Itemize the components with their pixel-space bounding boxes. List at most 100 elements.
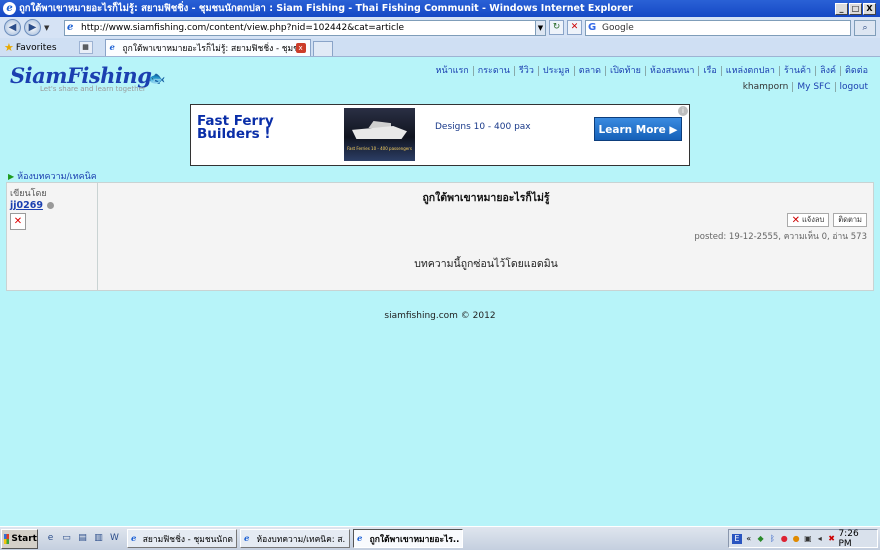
nav-fishing-spots[interactable]: แหล่งตกปลา: [720, 66, 779, 76]
address-bar[interactable]: e http://www.siamfishing.com/content/vie…: [64, 19, 546, 36]
update-icon[interactable]: ●: [791, 534, 801, 544]
window-title: ถูกใต้พาเขาหมายอะไรก็ไม่รู้: สยามฟิชชิ่ง…: [19, 3, 633, 14]
quick-tabs-icon[interactable]: ▦: [78, 41, 93, 54]
forward-button[interactable]: ▶: [24, 19, 41, 36]
language-icon[interactable]: E: [732, 533, 742, 544]
refresh-button[interactable]: ↻: [549, 20, 564, 35]
hidden-by-admin-message: บทความนี้ถูกซ่อนไว้โดยแอดมิน: [414, 258, 558, 270]
taskbar-item-1[interactable]: e สยามฟิชชิ่ง - ชุมชนนักตก...: [127, 529, 237, 548]
address-toolbar: ◀ ▶ ▼ e http://www.siamfishing.com/conte…: [0, 17, 880, 38]
report-x-icon: ✕: [791, 214, 800, 226]
start-button[interactable]: Start: [1, 528, 38, 549]
report-delete-button[interactable]: ✕ แจ้งลบ: [786, 213, 830, 227]
window-controls: _ □ X: [835, 2, 876, 15]
written-by-label: เขียนโดย: [10, 189, 47, 199]
volume-icon[interactable]: ◂: [815, 534, 825, 544]
taskbar-item-label: ห้องบทความ/เทคนิค: ส...: [256, 534, 346, 545]
taskbar-item-2[interactable]: e ห้องบทความ/เทคนิค: ส...: [240, 529, 350, 548]
ad-tagline: Designs 10 - 400 pax: [435, 122, 531, 132]
nav-boat[interactable]: เรือ: [698, 66, 720, 76]
breadcrumb-arrow-icon: ▶: [8, 172, 15, 181]
username: khamporn: [742, 82, 789, 92]
taskbar-item-3[interactable]: e ถูกใต้พาเขาหมายอะไร...: [353, 529, 463, 548]
word-icon[interactable]: W: [108, 532, 121, 545]
taskbar-ie-icon: e: [244, 533, 250, 544]
boat-caption: Fast Ferries 10 - 400 passengers: [347, 146, 412, 151]
close-button[interactable]: X: [863, 2, 876, 15]
footer-copyright: siamfishing.com © 2012: [384, 311, 496, 321]
minimize-button[interactable]: _: [835, 2, 848, 15]
my-sfc-link[interactable]: My SFC: [792, 82, 834, 92]
learn-more-button[interactable]: Learn More ▶: [594, 117, 682, 141]
address-input[interactable]: http://www.siamfishing.com/content/view.…: [81, 23, 535, 33]
folder-icon[interactable]: ▥: [92, 532, 105, 545]
author-panel: เขียนโดย jj0269 ✕: [7, 183, 98, 290]
favorites-button[interactable]: ★ Favorites ▦: [4, 39, 93, 56]
favorites-star-icon: ★: [4, 41, 14, 54]
ad-info-icon[interactable]: i: [678, 106, 688, 116]
tab-close-icon[interactable]: x: [295, 43, 306, 53]
report-delete-label: แจ้งลบ: [801, 215, 825, 224]
author-link[interactable]: jj0269: [10, 200, 94, 211]
nav-review[interactable]: รีวิว: [513, 66, 538, 76]
stop-button[interactable]: ✕: [567, 20, 582, 35]
start-label: Start: [11, 533, 37, 544]
ie-quicklaunch-icon[interactable]: e: [44, 532, 57, 545]
article-title: ถูกใต้พาเขาหมายอะไรก็ไม่รู้: [422, 192, 550, 204]
search-button[interactable]: ⌕: [854, 19, 876, 36]
search-box[interactable]: G Google: [585, 19, 851, 36]
new-tab-button[interactable]: [312, 41, 333, 56]
user-navigation: khamporn My SFC logout: [739, 82, 872, 92]
author-name[interactable]: jj0269: [10, 200, 43, 211]
system-tray: E « ◆ ᛒ ● ● ▣ ◂ ✖ 7:26 PM: [728, 529, 878, 549]
nav-home[interactable]: หน้าแรก: [432, 66, 473, 76]
tab-page-icon: e: [109, 43, 115, 53]
search-input[interactable]: Google: [602, 23, 850, 33]
article-body: ถูกใต้พาเขาหมายอะไรก็ไม่รู้ ✕ แจ้งลบ ติด…: [99, 183, 873, 290]
nav-contact[interactable]: ติดต่อ: [840, 66, 872, 76]
document-icon[interactable]: ▤: [76, 532, 89, 545]
top-navigation: หน้าแรก กระดาน รีวิว ประมูล ตลาด เปิดท้า…: [432, 66, 872, 76]
tray-expand-icon[interactable]: «: [744, 534, 754, 544]
follow-button[interactable]: ติดตาม: [833, 213, 867, 227]
warning-icon[interactable]: ✖: [827, 534, 837, 544]
ad-banner[interactable]: Fast Ferry Builders ! Fast Ferries 10 - …: [190, 104, 690, 166]
clock[interactable]: 7:26 PM: [838, 529, 874, 549]
google-icon: G: [588, 22, 597, 33]
article-actions: ✕ แจ้งลบ ติดตาม: [786, 213, 867, 227]
browser-tab[interactable]: e ถูกใต้พาเขาหมายอะไรก็ไม่รู้: สยามฟิชชิ…: [104, 39, 311, 56]
nav-links[interactable]: ลิงค์: [815, 66, 840, 76]
shield-icon[interactable]: ◆: [756, 534, 766, 544]
nav-shops[interactable]: ร้านค้า: [778, 66, 815, 76]
post-meta: posted: 19-12-2555, ความเห็น 0, อ่าน 573: [694, 232, 867, 242]
breadcrumb: ▶ ห้องบทความ/เทคนิค: [8, 169, 97, 183]
logout-link[interactable]: logout: [834, 82, 872, 92]
show-desktop-icon[interactable]: ▭: [60, 532, 73, 545]
bluetooth-icon[interactable]: ᛒ: [767, 534, 777, 544]
article-post: เขียนโดย jj0269 ✕ ถูกใต้พาเขาหมายอะไรก็ไ…: [6, 182, 874, 291]
back-button[interactable]: ◀: [4, 19, 21, 36]
breadcrumb-link[interactable]: ห้องบทความ/เทคนิค: [17, 172, 97, 182]
taskbar-item-label: สยามฟิชชิ่ง - ชุมชนนักตก...: [142, 534, 233, 545]
taskbar-items: e สยามฟิชชิ่ง - ชุมชนนักตก... e ห้องบทคว…: [127, 529, 463, 548]
nav-trunk-sale[interactable]: เปิดท้าย: [605, 66, 645, 76]
nav-auction[interactable]: ประมูล: [537, 66, 574, 76]
antivirus-icon[interactable]: ●: [779, 534, 789, 544]
nav-market[interactable]: ตลาด: [573, 66, 605, 76]
ad-boat-image: Fast Ferries 10 - 400 passengers: [344, 108, 415, 161]
maximize-button[interactable]: □: [849, 2, 862, 15]
ie-logo-icon: e: [3, 2, 16, 15]
ad-title: Fast Ferry Builders !: [197, 114, 274, 141]
nav-chat[interactable]: ห้องสนทนา: [644, 66, 699, 76]
windows-flag-icon: [4, 533, 10, 544]
tab-bar: ★ Favorites ▦ e ถูกใต้พาเขาหมายอะไรก็ไม่…: [0, 38, 880, 57]
boat-hull-shape: [352, 126, 407, 139]
page-content: SiamFishing🐟 Let's share and learn toget…: [0, 58, 880, 526]
nav-board[interactable]: กระดาน: [472, 66, 514, 76]
address-dropdown-icon[interactable]: ▼: [535, 20, 545, 35]
page-icon: e: [67, 22, 74, 33]
network-icon[interactable]: ▣: [803, 534, 813, 544]
taskbar-item-label: ถูกใต้พาเขาหมายอะไร...: [369, 534, 459, 545]
site-logo[interactable]: SiamFishing🐟 Let's share and learn toget…: [10, 63, 166, 93]
history-dropdown-icon[interactable]: ▼: [44, 21, 53, 35]
